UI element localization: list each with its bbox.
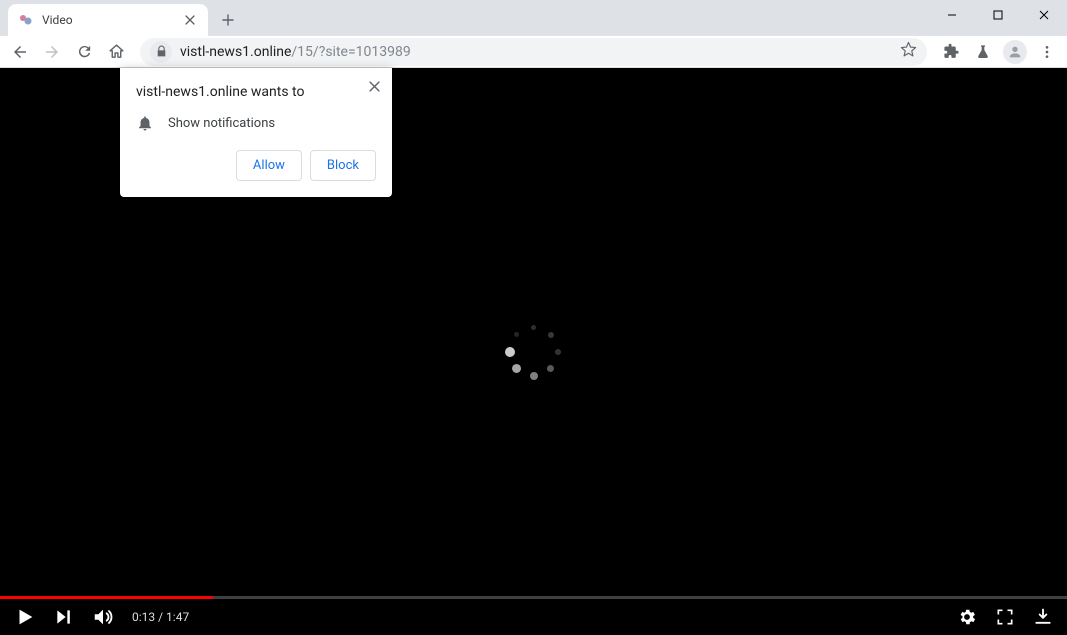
new-tab-button[interactable] (214, 6, 242, 34)
tab-favicon-icon (18, 12, 34, 28)
window-close-button[interactable] (1021, 0, 1067, 30)
site-info-button[interactable] (150, 41, 172, 63)
window-controls (929, 0, 1067, 36)
bookmark-button[interactable] (900, 41, 917, 62)
window-minimize-button[interactable] (929, 0, 975, 30)
home-button[interactable] (102, 38, 130, 66)
tab-close-button[interactable] (182, 12, 198, 28)
play-button[interactable] (14, 606, 36, 628)
popup-title: vistl-news1.online wants to (136, 84, 376, 100)
person-icon (1007, 44, 1023, 60)
block-button[interactable]: Block (310, 150, 376, 181)
menu-button[interactable] (1033, 38, 1061, 66)
address-bar[interactable]: vistl-news1.online/15/?site=1013989 (140, 38, 927, 66)
video-time: 0:13 / 1:47 (132, 610, 189, 624)
fullscreen-button[interactable] (995, 607, 1015, 627)
extensions-button[interactable] (937, 38, 965, 66)
popup-actions: Allow Block (136, 150, 376, 181)
back-button[interactable] (6, 38, 34, 66)
profile-button[interactable] (1001, 38, 1029, 66)
download-button[interactable] (1033, 607, 1053, 627)
url-text: vistl-news1.online/15/?site=1013989 (180, 44, 411, 60)
volume-button[interactable] (92, 606, 114, 628)
lock-icon (155, 45, 168, 58)
loading-spinner-icon (504, 322, 564, 382)
reload-button[interactable] (70, 38, 98, 66)
tab-title: Video (42, 13, 174, 27)
gear-icon (957, 607, 977, 627)
forward-button (38, 38, 66, 66)
window-maximize-button[interactable] (975, 0, 1021, 30)
bell-icon (136, 114, 154, 132)
browser-titlebar: Video (0, 0, 1067, 36)
popup-permission-text: Show notifications (168, 116, 275, 131)
popup-close-button[interactable] (364, 76, 384, 96)
allow-button[interactable]: Allow (236, 150, 302, 181)
url-path: /15/?site=1013989 (291, 44, 410, 60)
browser-toolbar: vistl-news1.online/15/?site=1013989 (0, 36, 1067, 68)
browser-tab[interactable]: Video (8, 4, 208, 36)
url-host: vistl-news1.online (180, 44, 291, 60)
next-button[interactable] (54, 607, 74, 627)
settings-button[interactable] (957, 607, 977, 627)
permission-popup: vistl-news1.online wants to Show notific… (120, 68, 392, 197)
video-controls: 0:13 / 1:47 (0, 599, 1067, 635)
labs-button[interactable] (969, 38, 997, 66)
popup-permission-row: Show notifications (136, 114, 376, 132)
